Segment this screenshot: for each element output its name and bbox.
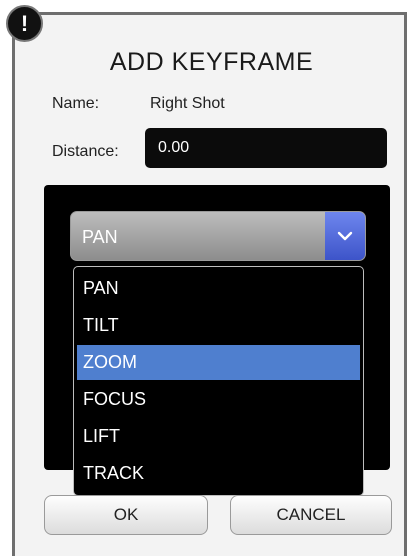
keyframe-type-combobox[interactable]: PAN [70,211,366,261]
name-value: Right Shot [150,95,225,112]
keyframe-type-dropdown-list[interactable]: PAN TILT ZOOM FOCUS LIFT TRACK [73,266,364,496]
keyframe-stage: ! ADD KEYFRAME Name: Right Shot Distance… [0,0,409,556]
dropdown-option-zoom[interactable]: ZOOM [77,345,360,380]
dropdown-option-track[interactable]: TRACK [77,456,360,491]
ok-button[interactable]: OK [44,495,208,535]
distance-input[interactable]: 0.00 [145,128,387,168]
cancel-button[interactable]: CANCEL [230,495,392,535]
combobox-dropdown-button[interactable] [325,212,365,260]
combobox-selected-value: PAN [82,227,118,247]
dropdown-option-pan[interactable]: PAN [77,271,360,306]
alert-icon: ! [6,5,43,42]
dropdown-option-lift[interactable]: LIFT [77,419,360,454]
dropdown-option-focus[interactable]: FOCUS [77,382,360,417]
chevron-down-icon [337,231,353,241]
name-label: Name: [52,95,100,112]
dialog-title: ADD KEYFRAME [109,48,314,76]
dropdown-option-tilt[interactable]: TILT [77,308,360,343]
distance-label: Distance: [52,143,119,160]
